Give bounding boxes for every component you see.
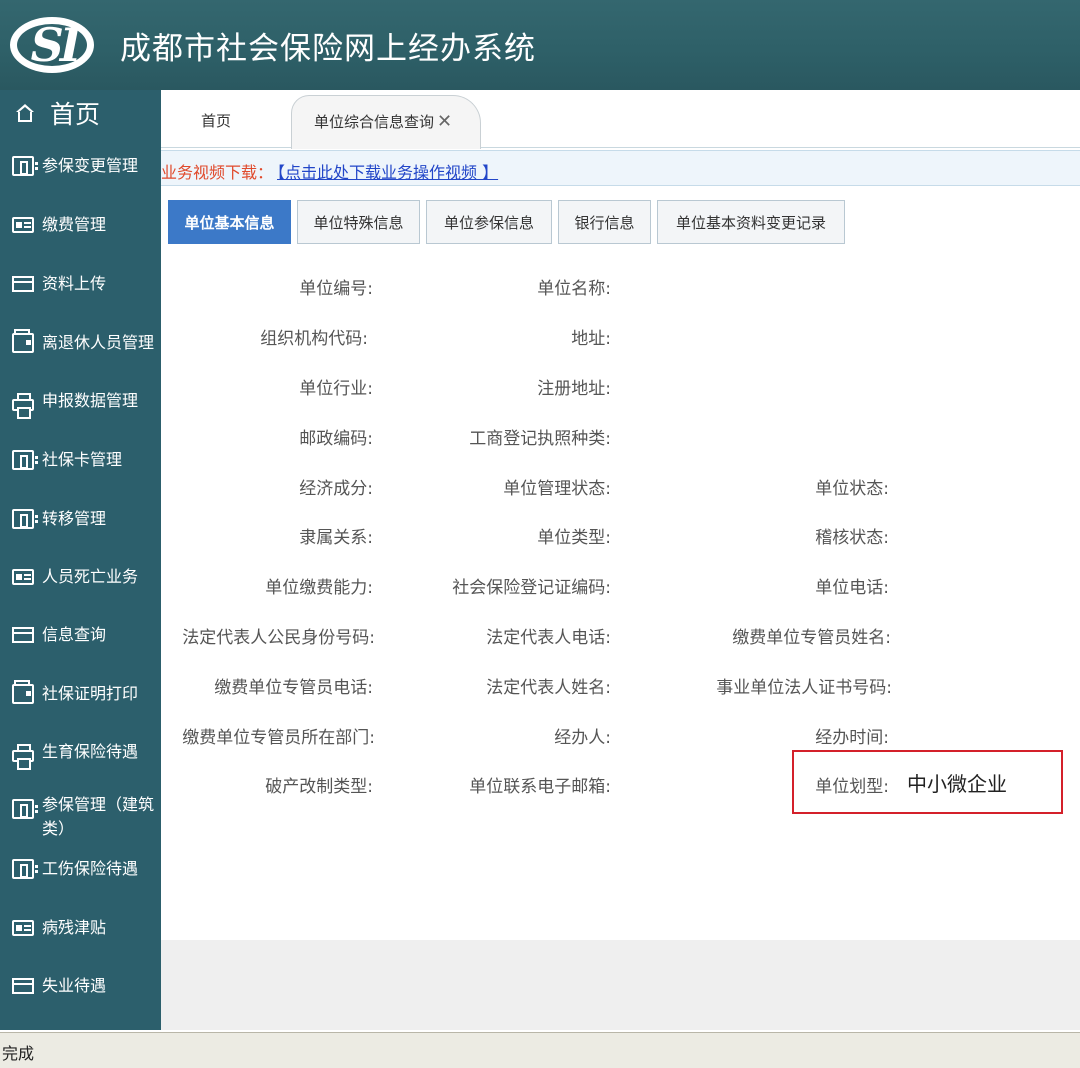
label-operator: 经办人: [554,728,611,748]
book-icon [12,859,38,879]
subtab-special-info[interactable]: 单位特殊信息 [297,200,420,244]
bar-icon [12,627,34,643]
label-legal-rep-name: 法定代表人姓名: [486,678,611,698]
label-audit-status: 稽核状态: [815,528,889,548]
book-icon [12,799,38,819]
sidebar-item-label: 参保管理（建筑类） [42,795,155,838]
sidebar-item-unemployment[interactable]: 失业待遇 [0,961,161,1011]
book-icon [12,450,38,470]
label-license-type: 工商登记执照种类: [469,429,611,449]
label-legal-rep-phone: 法定代表人电话: [486,628,611,648]
sidebar-item-label: 离退休人员管理 [42,333,155,352]
printer-icon [12,393,34,419]
sidebar-item-label: 社保卡管理 [42,450,123,469]
sidebar-item-label: 资料上传 [42,274,107,293]
sidebar-item-upload[interactable]: 资料上传 [0,259,161,309]
sidebar-item-home[interactable]: 首页 [0,90,161,136]
label-contact-email: 单位联系电子邮箱: [469,777,611,797]
sidebar-item-work-injury[interactable]: 工伤保险待遇 [0,844,161,894]
video-download-notice: 业务视频下载： 【点击此处下载业务操作视频 】 [161,150,1080,186]
label-bankruptcy-type: 破产改制类型: [265,777,373,797]
tab-unit-info-query[interactable]: 单位综合信息查询 ✕ [291,95,481,149]
label-affiliation: 隶属关系: [299,528,373,548]
label-manager-dept: 缴费单位专管员所在部门: [182,728,375,748]
label-org-code: 组织机构代码: [260,329,368,349]
highlight-box [792,750,1063,814]
sidebar-item-insurance-change[interactable]: 参保变更管理 [0,141,161,191]
si-logo: SI [10,15,96,75]
sidebar-item-label: 社保证明打印 [42,684,139,703]
label-legal-rep-id: 法定代表人公民身份号码: [182,628,375,648]
label-registered-address: 注册地址: [537,379,611,399]
sidebar-item-payment[interactable]: 缴费管理 [0,200,161,250]
label-registration-code: 社会保险登记证编码: [452,578,611,598]
sidebar-item-retirees[interactable]: 离退休人员管理 [0,318,161,368]
label-manager-name: 缴费单位专管员姓名: [732,628,891,648]
sidebar-item-disability[interactable]: 病残津贴 [0,903,161,953]
sidebar-item-label: 生育保险待遇 [42,742,139,761]
label-postal-code: 邮政编码: [299,429,373,449]
label-management-status: 单位管理状态: [503,479,611,499]
sidebar-item-certificate-print[interactable]: 社保证明打印 [0,669,161,719]
sidebar-item-info-query[interactable]: 信息查询 [0,610,161,660]
status-text: 完成 [2,1044,35,1063]
notice-label: 业务视频下载： [161,163,274,182]
book-icon [12,509,38,529]
tab-home[interactable]: 首页 [201,110,231,131]
subtab-bank-info[interactable]: 银行信息 [558,200,651,244]
sidebar-item-construction[interactable]: 参保管理（建筑类） [0,793,161,849]
sidebar-item-declaration[interactable]: 申报数据管理 [0,376,161,426]
home-icon [14,102,36,124]
sidebar-item-death-service[interactable]: 人员死亡业务 [0,552,161,602]
sidebar-item-label: 缴费管理 [42,215,107,234]
close-icon[interactable]: ✕ [437,111,452,132]
label-operation-time: 经办时间: [815,728,889,748]
card-icon [12,217,34,233]
tab-label: 单位综合信息查询 [314,113,435,131]
label-address: 地址: [571,329,611,349]
sidebar-item-label: 转移管理 [42,509,107,528]
sidebar-item-label: 参保变更管理 [42,156,139,175]
label-unit-phone: 单位电话: [815,578,889,598]
bar-icon [12,978,34,994]
label-payment-capacity: 单位缴费能力: [265,578,373,598]
sidebar-item-label: 申报数据管理 [42,391,139,410]
logo-text: SI [30,18,82,72]
label-unit-industry: 单位行业: [299,379,373,399]
sidebar-item-ss-card[interactable]: 社保卡管理 [0,435,161,485]
label-manager-phone: 缴费单位专管员电话: [214,678,373,698]
subtab-change-record[interactable]: 单位基本资料变更记录 [657,200,845,244]
subtab-basic-info[interactable]: 单位基本信息 [168,200,291,244]
status-bar: 完成 [0,1032,1080,1068]
sidebar-item-label: 信息查询 [42,625,107,644]
sidebar-item-label: 工伤保险待遇 [42,859,139,878]
app-header: SI 成都市社会保险网上经办系统 [0,0,1080,90]
sidebar-item-label: 首页 [50,100,101,129]
tab-bar: 首页 单位综合信息查询 ✕ [161,90,1080,149]
book-icon [12,156,38,176]
label-economic-type: 经济成分: [299,479,373,499]
sidebar: 首页 参保变更管理 缴费管理 资料上传 离退休人员管理 申报数据管理 社保卡管理… [0,90,161,1030]
content-footer [161,940,1080,1030]
sidebar-item-label: 失业待遇 [42,976,107,995]
card-icon [12,920,34,936]
wallet-icon [12,680,34,704]
bar-icon [12,276,34,292]
sidebar-item-label: 人员死亡业务 [42,567,139,586]
printer-icon [12,744,34,770]
sidebar-item-maternity[interactable]: 生育保险待遇 [0,727,161,777]
label-unit-category: 单位类型: [537,528,611,548]
wallet-icon [12,329,34,353]
card-icon [12,569,34,585]
video-download-link[interactable]: 【点击此处下载业务操作视频 】 [277,163,498,182]
subtab-insurance-info[interactable]: 单位参保信息 [426,200,552,244]
sidebar-item-transfer[interactable]: 转移管理 [0,494,161,544]
label-unit-name: 单位名称: [537,279,611,299]
label-unit-status: 单位状态: [815,479,889,499]
label-unit-number: 单位编号: [299,279,373,299]
label-institution-cert: 事业单位法人证书号码: [716,678,892,698]
app-title: 成都市社会保险网上经办系统 [120,30,536,67]
sidebar-item-label: 病残津贴 [42,918,107,937]
